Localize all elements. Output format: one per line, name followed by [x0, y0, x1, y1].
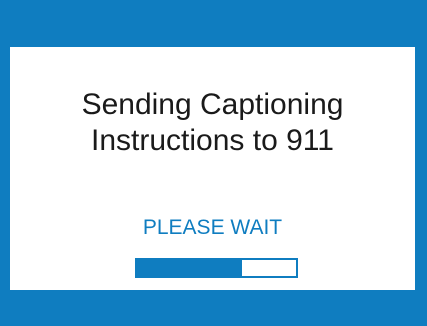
device-screen: Sending Captioning Instructions to 911 P…	[0, 0, 427, 326]
status-message: Sending Captioning Instructions to 911	[10, 87, 415, 159]
status-message-line-1: Sending Captioning	[81, 88, 344, 121]
top-bar	[0, 0, 427, 47]
progress-fill	[137, 260, 242, 276]
content-panel: Sending Captioning Instructions to 911 P…	[10, 47, 415, 290]
progress-bar	[135, 258, 298, 278]
please-wait-label: PLEASE WAIT	[142, 216, 283, 239]
bottom-bar	[0, 290, 427, 326]
status-message-line-2: Instructions to 911	[91, 124, 334, 157]
